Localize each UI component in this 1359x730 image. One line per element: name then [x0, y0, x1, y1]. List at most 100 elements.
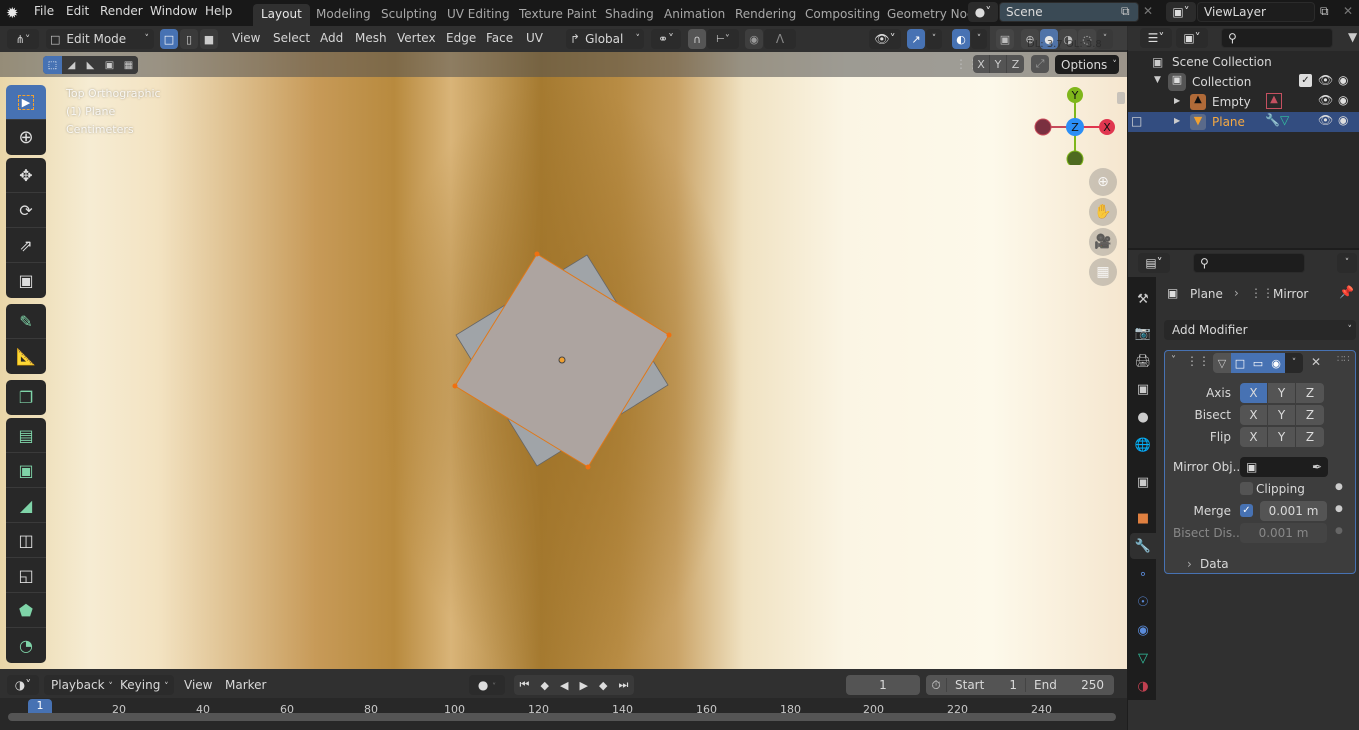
tab-modifiers-wrench-icon[interactable]: 🔧: [1134, 537, 1152, 555]
outliner-editor-type-button[interactable]: ☰˅: [1140, 28, 1172, 48]
menu-vertex[interactable]: Vertex: [397, 31, 436, 45]
select-new-button[interactable]: ⬚: [43, 56, 62, 74]
tab-constraints-icon[interactable]: ◉: [1134, 621, 1152, 639]
play-icon[interactable]: ▶: [580, 679, 588, 692]
tab-texture-paint[interactable]: Texture Paint: [511, 4, 604, 26]
tab-rendering[interactable]: Rendering: [727, 4, 804, 26]
gizmo-neg-y-handle[interactable]: [1066, 150, 1084, 165]
edit-mode-icon[interactable]: □: [1131, 114, 1142, 128]
view-layer-selector-button[interactable]: ▣˅: [1166, 2, 1196, 22]
add-modifier-dropdown[interactable]: Add Modifier ˅: [1164, 320, 1356, 340]
snap-toggle[interactable]: ∩: [688, 29, 706, 49]
edge-select-button[interactable]: ▯: [180, 29, 198, 49]
jump-start-icon[interactable]: ⏮: [520, 678, 530, 692]
remove-modifier-icon[interactable]: ✕: [1311, 355, 1321, 369]
gizmo-toggle[interactable]: ↗: [907, 29, 925, 49]
pan-view-button[interactable]: ✋: [1089, 198, 1117, 226]
start-frame-field[interactable]: Start 1: [946, 678, 1026, 692]
tab-output-icon[interactable]: 🖨: [1134, 352, 1152, 370]
auto-merge-button[interactable]: ⤢: [1031, 55, 1049, 73]
vertex[interactable]: [452, 383, 458, 389]
tab-collection-icon[interactable]: ▣: [1134, 473, 1152, 491]
on-cage-toggle[interactable]: ▽: [1213, 353, 1231, 373]
tool-select-box[interactable]: ▶: [6, 85, 46, 120]
transform-orientation-dropdown[interactable]: ↱ Global ˅: [566, 29, 644, 49]
mirror-y-button[interactable]: Y: [990, 55, 1007, 73]
tool-transform[interactable]: ▣: [6, 263, 46, 298]
gizmo-neg-x-handle[interactable]: [1034, 118, 1052, 136]
eye-icon[interactable]: 👁: [1318, 93, 1333, 107]
axis-y-toggle[interactable]: Y: [1268, 383, 1296, 403]
clipping-checkbox[interactable]: [1240, 482, 1253, 495]
vertex[interactable]: [534, 251, 540, 257]
select-extend-button[interactable]: ◢: [62, 56, 81, 74]
tab-object-icon[interactable]: ■: [1134, 509, 1152, 527]
next-keyframe-icon[interactable]: ◆: [599, 679, 607, 692]
3d-viewport[interactable]: ⬚ ◢ ◣ ▣ ▦ ⋮⋮ X Y Z ⤢ Options ˅ Top Ortho…: [0, 52, 1127, 669]
mode-dropdown[interactable]: □ Edit Mode ˅: [46, 29, 154, 49]
mesh-data-icon[interactable]: ▽: [1280, 113, 1289, 127]
pivot-point-dropdown[interactable]: ⚭˅: [651, 29, 681, 49]
modifier-extra-dropdown[interactable]: ˅: [1285, 353, 1303, 373]
tab-sculpting[interactable]: Sculpting: [373, 4, 445, 26]
menu-uv[interactable]: UV: [526, 31, 543, 45]
menu-edit[interactable]: Edit: [66, 4, 89, 18]
timeline-scrollbar[interactable]: [8, 713, 1116, 721]
current-frame-field[interactable]: 1: [846, 675, 920, 695]
render-camera-icon[interactable]: ◉: [1338, 93, 1348, 107]
scene-collection-label[interactable]: Scene Collection: [1172, 55, 1272, 69]
view-layer-field[interactable]: ViewLayer: [1197, 2, 1315, 22]
tab-render-icon[interactable]: 📷: [1134, 324, 1152, 342]
viewport-display-toggle[interactable]: ▭: [1249, 353, 1267, 373]
new-view-layer-icon[interactable]: ⧉: [1320, 4, 1329, 19]
menu-render[interactable]: Render: [100, 4, 143, 18]
face-select-button[interactable]: ■: [200, 29, 218, 49]
outliner-row-empty[interactable]: ▶ ▲ Empty ▲ 👁 ◉: [1128, 92, 1359, 112]
tool-move[interactable]: ✥: [6, 158, 46, 193]
tool-measure[interactable]: 📐: [6, 339, 46, 374]
merge-distance-field[interactable]: 0.001 m: [1260, 501, 1327, 521]
tool-add-cube[interactable]: ❐: [6, 380, 46, 415]
sidebar-toggle-handle[interactable]: [1117, 92, 1125, 104]
tab-modeling[interactable]: Modeling: [308, 4, 379, 26]
tool-scale[interactable]: ⇗: [6, 228, 46, 263]
display-mode-dropdown[interactable]: ▣˅: [1176, 28, 1208, 48]
navigation-gizmo[interactable]: Y Z X: [1030, 85, 1120, 165]
menu-keying[interactable]: Keying ˅: [114, 678, 169, 692]
bisect-z-toggle[interactable]: Z: [1296, 405, 1324, 425]
ortho-toggle-button[interactable]: ▦: [1089, 258, 1117, 286]
tab-animation[interactable]: Animation: [656, 4, 733, 26]
tool-inset[interactable]: ▣: [6, 453, 46, 488]
render-camera-icon[interactable]: ◉: [1338, 73, 1348, 87]
tab-shading[interactable]: Shading: [597, 4, 662, 26]
timeline-menu-marker[interactable]: Marker: [225, 678, 266, 692]
tab-view-layer-icon[interactable]: ▣: [1134, 380, 1152, 398]
gizmo-dropdown[interactable]: ˅: [926, 29, 942, 49]
menu-select[interactable]: Select: [273, 31, 310, 45]
bisect-x-toggle[interactable]: X: [1240, 405, 1268, 425]
menu-mesh[interactable]: Mesh: [355, 31, 387, 45]
stopwatch-icon[interactable]: ⏱: [926, 678, 946, 693]
bisect-distance-field[interactable]: 0.001 m: [1240, 523, 1327, 543]
menu-playback[interactable]: Playback ˅: [44, 678, 114, 692]
menu-face[interactable]: Face: [486, 31, 513, 45]
menu-window[interactable]: Window: [150, 4, 197, 18]
mirror-z-button[interactable]: Z: [1007, 55, 1024, 73]
vertex[interactable]: [666, 332, 672, 338]
tab-layout[interactable]: Layout: [253, 4, 310, 26]
new-scene-icon[interactable]: ⧉: [1121, 4, 1130, 19]
tool-annotate[interactable]: ✎: [6, 304, 46, 339]
collapse-triangle-icon[interactable]: ▼: [1154, 75, 1161, 85]
flip-y-toggle[interactable]: Y: [1268, 427, 1296, 447]
end-frame-field[interactable]: End 250: [1026, 678, 1112, 692]
keyframe-dot-icon[interactable]: ●: [1335, 482, 1343, 492]
render-camera-icon[interactable]: ◉: [1338, 113, 1348, 127]
image-empty-data-icon[interactable]: ▲: [1266, 93, 1282, 109]
properties-options-dropdown[interactable]: ˅: [1337, 253, 1357, 273]
render-toggle[interactable]: ◉: [1267, 353, 1285, 373]
mesh-canvas[interactable]: [420, 230, 700, 490]
mirror-x-button[interactable]: X: [973, 55, 990, 73]
outliner-row-collection[interactable]: ▼ ▣ Collection ✓ 👁 ◉: [1128, 72, 1359, 92]
menu-file[interactable]: File: [34, 4, 54, 18]
expand-triangle-icon[interactable]: ▶: [1174, 96, 1180, 105]
